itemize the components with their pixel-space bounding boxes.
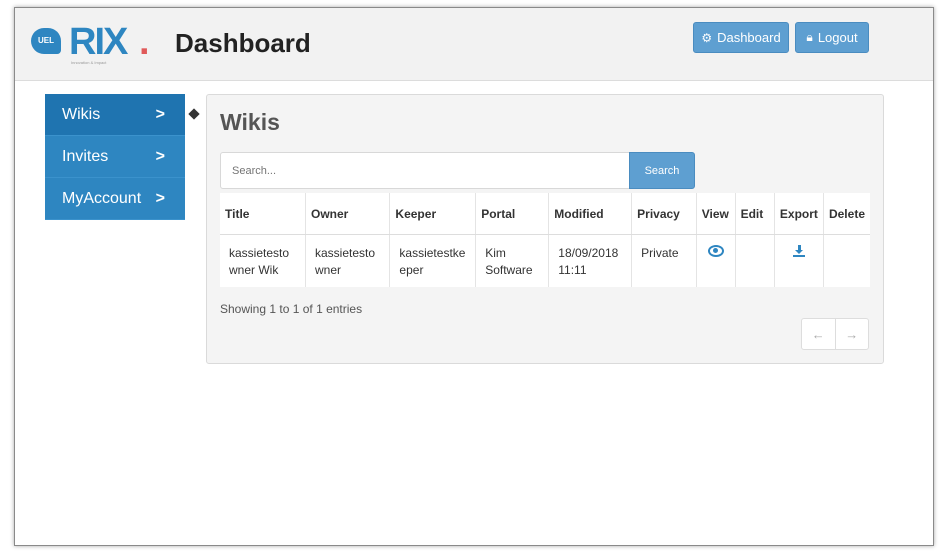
chevron-right-icon: > [155,106,165,123]
rix-logo-text: RIX [69,21,128,63]
rix-logo-tagline: Innovation & Impact [71,60,107,65]
column-header-portal[interactable]: Portal [475,193,550,235]
search-input[interactable] [220,152,630,189]
cell-edit [735,234,775,287]
cell-modified: 18/09/2018 11:11 [548,234,633,287]
sidebar-item-invites[interactable]: Invites > [45,136,185,178]
table-row: kassietesto wner Wik kassietesto wner ka… [220,234,870,287]
column-header-delete[interactable]: Delete [823,193,870,235]
table-header-row: Title Owner Keeper Portal Modified Priva… [220,193,870,235]
wikis-table: Title Owner Keeper Portal Modified Priva… [220,193,870,287]
chevron-right-icon: > [155,148,165,165]
previous-page-button[interactable]: ← [802,319,836,349]
cell-owner: kassietesto wner [305,234,391,287]
next-page-button[interactable]: → [836,319,869,349]
uel-logo-badge: UEL [31,28,61,54]
wikis-panel: Wikis Search Title Owner Keeper Portal M… [206,94,884,364]
logout-button[interactable]: 🔒︎ Logout [795,22,869,53]
column-header-view[interactable]: View [696,193,736,235]
app-window: UEL RIX . Innovation & Impact Dashboard … [14,7,934,546]
cell-title: kassietesto wner Wik [220,234,306,287]
search-button[interactable]: Search [629,152,695,189]
chevron-right-icon: > [155,190,165,207]
active-pointer-icon [188,108,200,120]
header: UEL RIX . Innovation & Impact Dashboard … [15,8,933,81]
column-header-keeper[interactable]: Keeper [389,193,477,235]
sidebar-item-label: Invites [62,148,109,165]
rix-logo[interactable]: UEL RIX . Innovation & Impact [31,21,151,65]
cell-portal: Kim Software [475,234,550,287]
column-header-owner[interactable]: Owner [305,193,391,235]
sidebar-item-wikis[interactable]: Wikis > [45,94,200,136]
page-title: Dashboard [175,28,311,58]
column-header-privacy[interactable]: Privacy [631,193,697,235]
cell-keeper: kassietestke eper [389,234,477,287]
sidebar-item-myaccount[interactable]: MyAccount > [45,178,185,220]
cell-privacy: Private [631,234,697,287]
cell-view [696,234,736,287]
entries-info: Showing 1 to 1 of 1 entries [220,302,363,316]
download-icon[interactable] [792,245,805,257]
sidebar-item-label: Wikis [62,106,101,123]
sidebar: Wikis > Invites > MyAccount > [45,94,200,220]
panel-title: Wikis [220,109,280,135]
column-header-modified[interactable]: Modified [548,193,633,235]
cell-delete [823,235,870,287]
dashboard-button-label: Dashboard [717,30,781,45]
pagination: ← → [801,318,869,350]
dashboard-button[interactable]: ⚙ Dashboard [693,22,789,53]
eye-icon[interactable] [707,245,724,257]
gears-icon: ⚙ [701,30,713,45]
rix-logo-dot: . [139,21,150,63]
sidebar-item-label: MyAccount [62,190,142,207]
column-header-export[interactable]: Export [774,193,824,235]
column-header-edit[interactable]: Edit [735,193,775,235]
column-header-title[interactable]: Title [220,193,306,235]
lock-icon: 🔒︎ [806,30,813,44]
logout-button-label: Logout [817,30,858,45]
cell-export [774,234,824,287]
